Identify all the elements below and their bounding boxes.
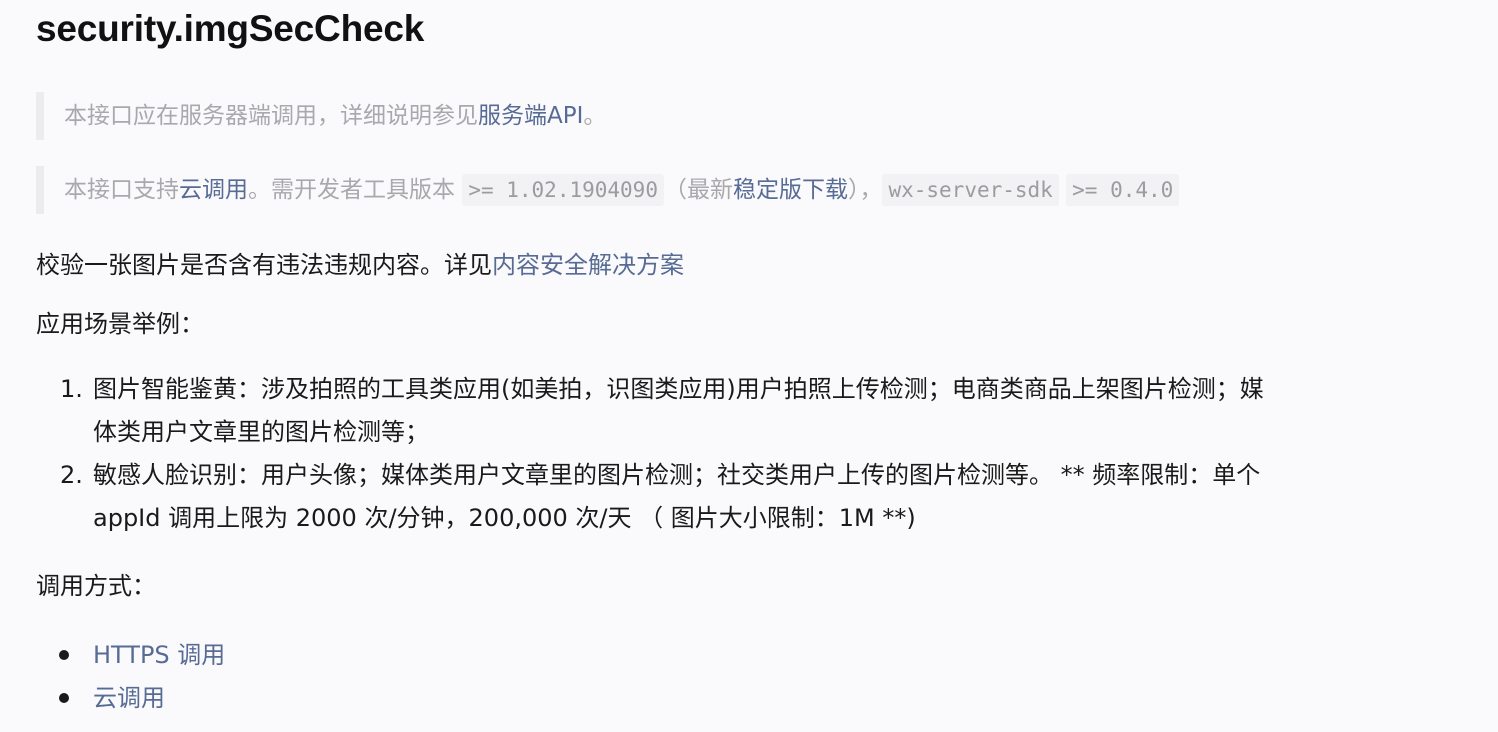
list-item-line: 敏感人脸识别：用户头像；媒体类用户文章里的图片检测；社交类用户上传的图片检测等。… [93,461,1261,489]
cloud-call-note-mid1: 。需开发者工具版本 [248,177,463,203]
server-side-note: 本接口应在服务器端调用，详细说明参见服务端API。 [36,92,1446,140]
https-call-link[interactable]: HTTPS 调用 [93,641,225,669]
server-api-link[interactable]: 服务端API [478,103,583,129]
description-paragraph: 校验一张图片是否含有违法违规内容。详见内容安全解决方案 [36,245,684,285]
list-item: HTTPS 调用 [36,634,225,677]
list-number: 1. [60,375,83,403]
list-item: 云调用 [36,677,225,720]
scenes-label: 应用场景举例： [36,310,204,338]
cloud-call-note-mid2: （最新 [663,177,733,203]
scenario-list: 1. 图片智能鉴黄：涉及拍照的工具类应用(如美拍，识图类应用)用户拍照上传检测；… [36,368,1476,540]
server-side-note-suffix: 。 [583,103,607,129]
cloud-call-note: 本接口支持云调用。需开发者工具版本 >= 1.02.1904090 （最新稳定版下… [36,166,1446,214]
call-methods-label: 调用方式： [36,572,156,600]
call-methods-list: HTTPS 调用 云调用 [36,634,225,720]
bullet-icon [59,650,69,660]
devtools-version-code: >= 1.02.1904090 [462,174,664,206]
list-item: 2. 敏感人脸识别：用户头像；媒体类用户文章里的图片检测；社交类用户上传的图片检… [36,454,1476,540]
list-item-line: appId 调用上限为 2000 次/分钟，200,000 次/天 （ 图片大小… [93,504,916,532]
list-number: 2. [60,461,83,489]
content-security-solution-link[interactable]: 内容安全解决方案 [492,251,684,279]
cloud-call-note-prefix: 本接口支持 [64,177,179,203]
bullet-icon [59,693,69,703]
sdk-name-code: wx-server-sdk [882,174,1059,206]
cloud-call-link[interactable]: 云调用 [179,177,248,203]
page-title: security.imgSecCheck [36,8,425,49]
list-item-line: 图片智能鉴黄：涉及拍照的工具类应用(如美拍，识图类应用)用户拍照上传检测；电商类… [93,375,1264,403]
server-side-note-text: 本接口应在服务器端调用，详细说明参见 [64,103,478,129]
stable-download-link[interactable]: 稳定版下载 [733,177,848,203]
list-item-line: 体类用户文章里的图片检测等； [93,418,429,446]
list-item: 1. 图片智能鉴黄：涉及拍照的工具类应用(如美拍，识图类应用)用户拍照上传检测；… [36,368,1476,454]
cloud-call-method-link[interactable]: 云调用 [93,684,165,712]
sdk-version-code: >= 0.4.0 [1066,174,1180,206]
cloud-call-note-mid3: ）， [847,177,883,203]
description-text: 校验一张图片是否含有违法违规内容。详见 [36,251,492,279]
